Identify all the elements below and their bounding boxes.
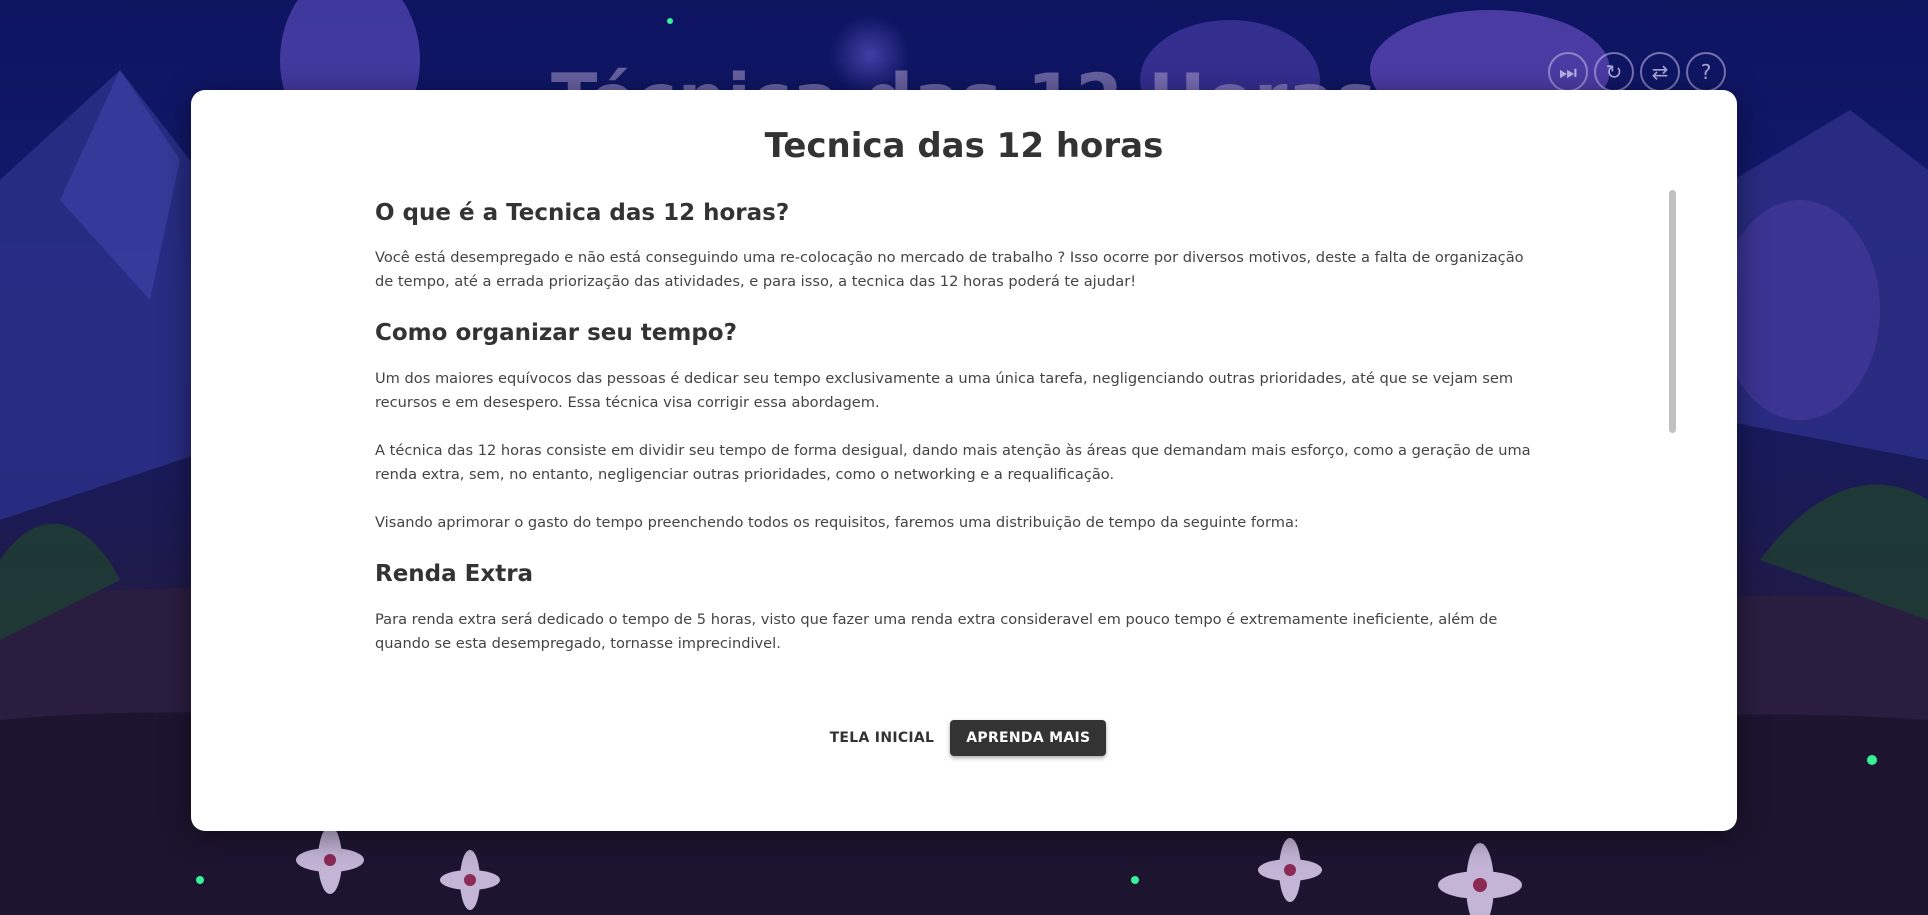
modal-actions: TELA INICIAL APRENDA MAIS	[191, 720, 1737, 756]
scrollbar-thumb[interactable]	[1669, 190, 1676, 433]
swap-icon[interactable]: ⇄	[1640, 52, 1680, 92]
top-toolbar: ⏭ ↻ ⇄ ?	[1548, 52, 1726, 92]
home-button[interactable]: TELA INICIAL	[822, 724, 943, 752]
info-modal: Tecnica das 12 horas O que é a Tecnica d…	[191, 90, 1737, 831]
section-paragraph: Um dos maiores equívocos das pessoas é d…	[375, 370, 1514, 411]
section-heading: O que é a Tecnica das 12 horas?	[375, 200, 790, 226]
section-paragraph: Visando aprimorar o gasto do tempo preen…	[375, 514, 1299, 531]
section-paragraph: Você está desempregado e não está conseg…	[375, 249, 1524, 290]
section-heading: Renda Extra	[375, 561, 534, 587]
scrollbar[interactable]	[1669, 190, 1677, 438]
modal-title: Tecnica das 12 horas	[764, 126, 1164, 166]
refresh-icon[interactable]: ↻	[1594, 52, 1634, 92]
learn-more-button[interactable]: APRENDA MAIS	[950, 720, 1107, 756]
section-paragraph: Para renda extra será dedicado o tempo d…	[375, 611, 1498, 652]
skip-icon[interactable]: ⏭	[1548, 52, 1588, 92]
modal-content[interactable]: O que é a Tecnica das 12 horas? Você est…	[375, 200, 1535, 777]
section-heading: Como organizar seu tempo?	[375, 320, 737, 346]
help-icon[interactable]: ?	[1686, 52, 1726, 92]
section-paragraph: A técnica das 12 horas consiste em divid…	[375, 442, 1531, 483]
